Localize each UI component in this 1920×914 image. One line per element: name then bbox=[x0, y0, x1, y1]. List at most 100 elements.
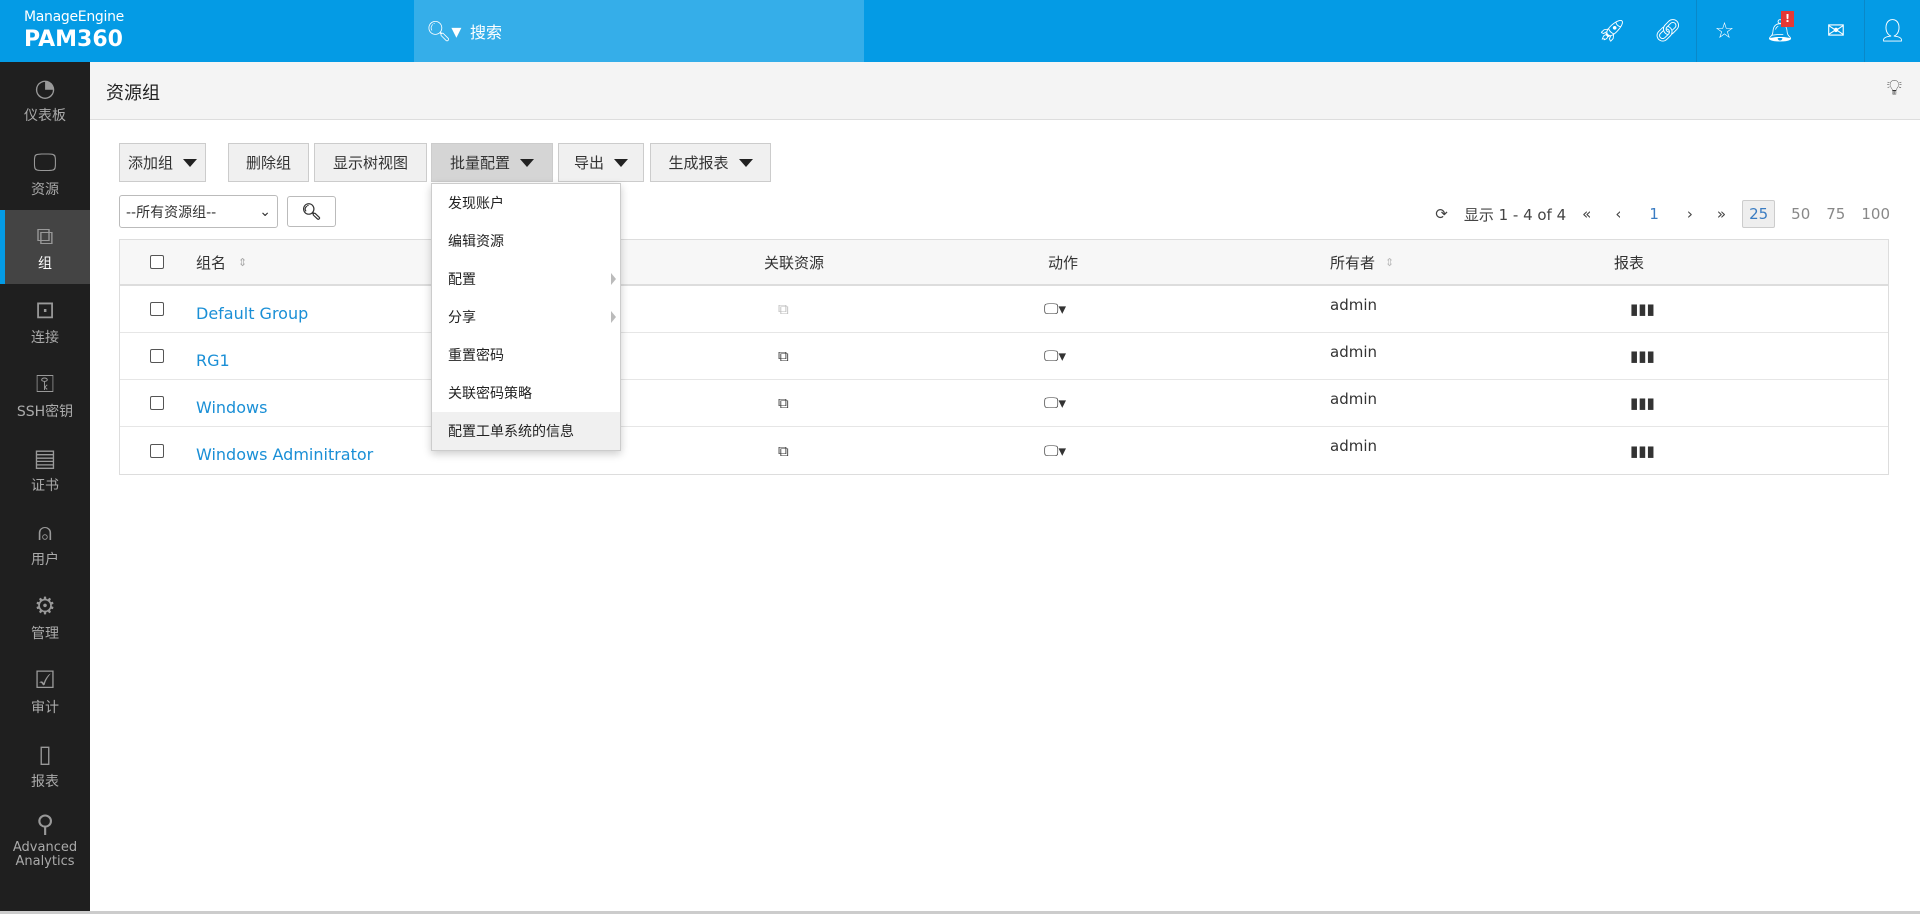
sidebar-item-users[interactable]: ⍝ 用户 bbox=[0, 506, 90, 580]
actions-menu-icon[interactable]: 🖵︎▾ bbox=[1044, 286, 1066, 332]
group-name-link[interactable]: Default Group bbox=[196, 304, 308, 323]
button-label: 删除组 bbox=[245, 154, 291, 172]
current-page[interactable]: 1 bbox=[1649, 205, 1659, 223]
group-filter-select[interactable]: --所有资源组-- ⌄ bbox=[119, 195, 278, 228]
sidebar-item-connections[interactable]: ⊡ 连接 bbox=[0, 284, 90, 358]
search-button[interactable]: 🔍︎ bbox=[287, 196, 336, 227]
menu-label: 编辑资源 bbox=[448, 234, 504, 250]
export-button[interactable]: 导出 bbox=[558, 143, 644, 182]
actions-menu-icon[interactable]: 🖵︎▾ bbox=[1044, 333, 1066, 379]
menu-item-ticketing-config[interactable]: 配置工单系统的信息 bbox=[432, 412, 620, 450]
row-checkbox[interactable] bbox=[150, 396, 164, 410]
sidebar-label: 管理 bbox=[31, 625, 59, 642]
add-group-button[interactable]: 添加组 bbox=[119, 143, 206, 182]
next-page-icon[interactable]: › bbox=[1687, 205, 1693, 223]
bulk-config-menu: 发现账户 编辑资源 配置 分享 重置密码 关联密码策略 配置工单系统的信息 bbox=[431, 183, 621, 451]
page-size-75[interactable]: 75 bbox=[1826, 205, 1845, 223]
generate-report-button[interactable]: 生成报表 bbox=[650, 143, 771, 182]
row-checkbox[interactable] bbox=[150, 349, 164, 363]
owner: admin bbox=[1330, 343, 1377, 361]
sidebar-item-ssh-keys[interactable]: ⚿ SSH密钥 bbox=[0, 358, 90, 432]
header-name[interactable]: 组名 bbox=[196, 252, 226, 273]
menu-item-password-policy[interactable]: 关联密码策略 bbox=[432, 374, 620, 412]
tree-view-button[interactable]: 显示树视图 bbox=[314, 143, 427, 182]
page-size-25[interactable]: 25 bbox=[1742, 200, 1776, 228]
associate-resources-icon[interactable]: ⧉ bbox=[778, 380, 789, 426]
row-checkbox[interactable] bbox=[150, 443, 164, 458]
sidebar-item-resources[interactable]: 🖵 资源 bbox=[0, 136, 90, 210]
report-icon[interactable]: ▮▮▮ bbox=[1630, 333, 1655, 379]
bulk-config-button[interactable]: 批量配置 bbox=[431, 143, 553, 182]
menu-item-configure[interactable]: 配置 bbox=[432, 260, 620, 298]
menu-item-edit-resources[interactable]: 编辑资源 bbox=[432, 222, 620, 260]
sidebar-label: 证书 bbox=[31, 477, 59, 494]
group-name-link[interactable]: Windows Adminitrator bbox=[196, 445, 373, 464]
submenu-arrow-icon bbox=[611, 311, 616, 323]
actions-menu-icon[interactable]: 🖵︎▾ bbox=[1044, 427, 1066, 474]
search-input[interactable]: 搜索 bbox=[470, 19, 502, 43]
associate-resources-icon: ⧉ bbox=[778, 300, 789, 318]
sidebar-item-admin[interactable]: ⚙ 管理 bbox=[0, 580, 90, 654]
header-reports: 报表 bbox=[1614, 253, 1645, 272]
group-name-link[interactable]: RG1 bbox=[196, 351, 230, 370]
owner: admin bbox=[1330, 390, 1377, 408]
sidebar: ◔ 仪表板 🖵 资源 ⧉ 组 ⊡ 连接 ⚿ SSH密钥 ▤ 证书 ⍝ 用户 ⚙ 管理 ☑ 审计 ▯… bbox=[0, 62, 90, 914]
associate-resources-icon[interactable]: ⧉ bbox=[778, 333, 789, 379]
menu-item-share[interactable]: 分享 bbox=[432, 298, 620, 336]
menu-label: 发现账户 bbox=[448, 196, 504, 212]
link-icon[interactable]: 🔗︎ bbox=[1640, 0, 1696, 62]
sort-icon[interactable]: ⇕ bbox=[238, 256, 247, 269]
menu-label: 关联密码策略 bbox=[448, 386, 532, 402]
rocket-icon[interactable]: 🚀︎ bbox=[1584, 0, 1640, 62]
clipboard-check-icon: ☑ bbox=[34, 665, 56, 694]
page-header: 资源组 💡︎ bbox=[90, 62, 1920, 120]
product-name: PAM360 bbox=[24, 27, 123, 52]
first-page-icon[interactable]: « bbox=[1582, 205, 1591, 223]
owner: admin bbox=[1330, 437, 1377, 455]
group-name-link[interactable]: Windows bbox=[196, 398, 267, 417]
search-icon[interactable]: 🔍︎▾ bbox=[426, 19, 462, 43]
refresh-icon[interactable]: ⟳ bbox=[1435, 205, 1448, 223]
menu-label: 重置密码 bbox=[448, 348, 504, 364]
row-checkbox[interactable] bbox=[150, 302, 164, 316]
report-icon[interactable]: ▮▮▮ bbox=[1630, 286, 1655, 332]
bell-icon[interactable]: 🔔︎! bbox=[1752, 0, 1808, 62]
mail-icon[interactable]: ✉ bbox=[1808, 0, 1864, 62]
sidebar-item-dashboard[interactable]: ◔ 仪表板 bbox=[0, 62, 90, 136]
user-icon[interactable]: 👤︎ bbox=[1864, 0, 1920, 62]
search-bar[interactable]: 🔍︎▾ 搜索 bbox=[414, 0, 864, 62]
sidebar-item-audit[interactable]: ☑ 审计 bbox=[0, 654, 90, 728]
report-icon[interactable]: ▮▮▮ bbox=[1630, 380, 1655, 426]
button-label: 添加组 bbox=[127, 154, 173, 172]
sidebar-label: SSH密钥 bbox=[16, 403, 74, 420]
analytics-icon: ⚲ bbox=[36, 809, 54, 838]
page-size-50[interactable]: 50 bbox=[1791, 205, 1810, 223]
header-owner[interactable]: 所有者 bbox=[1330, 252, 1375, 273]
sidebar-item-certificates[interactable]: ▤ 证书 bbox=[0, 432, 90, 506]
delete-group-button[interactable]: 删除组 bbox=[228, 143, 309, 182]
user-star-icon[interactable]: ☆ bbox=[1696, 0, 1752, 62]
groups-icon: ⧉ bbox=[36, 221, 54, 250]
page-range: 显示 1 - 4 of 4 bbox=[1463, 205, 1567, 224]
logo[interactable]: ManageEngine PAM360 bbox=[24, 9, 124, 52]
menu-label: 配置工单系统的信息 bbox=[448, 424, 574, 440]
actions-menu-icon[interactable]: 🖵︎▾ bbox=[1044, 380, 1066, 426]
sort-icon[interactable]: ⇕ bbox=[1385, 256, 1394, 269]
header-actions: 动作 bbox=[1048, 253, 1079, 272]
caret-down-icon bbox=[520, 158, 534, 167]
prev-page-icon[interactable]: ‹ bbox=[1615, 205, 1621, 223]
page-size-100[interactable]: 100 bbox=[1861, 205, 1890, 223]
menu-item-discover-accounts[interactable]: 发现账户 bbox=[432, 184, 620, 222]
associate-resources-icon[interactable]: ⧉ bbox=[778, 427, 789, 474]
sidebar-label: 仪表板 bbox=[24, 107, 66, 124]
dashboard-icon: ◔ bbox=[34, 73, 56, 102]
last-page-icon[interactable]: » bbox=[1717, 205, 1726, 223]
select-all-checkbox[interactable] bbox=[150, 255, 164, 269]
sidebar-item-reports[interactable]: ▯ 报表 bbox=[0, 728, 90, 802]
report-icon[interactable]: ▮▮▮ bbox=[1630, 427, 1655, 474]
sidebar-item-advanced-analytics[interactable]: ⚲ Advanced Analytics bbox=[0, 802, 90, 876]
lightbulb-icon[interactable]: 💡︎ bbox=[1887, 76, 1902, 101]
owner: admin bbox=[1330, 296, 1377, 314]
sidebar-item-groups[interactable]: ⧉ 组 bbox=[0, 210, 90, 284]
menu-item-reset-password[interactable]: 重置密码 bbox=[432, 336, 620, 374]
